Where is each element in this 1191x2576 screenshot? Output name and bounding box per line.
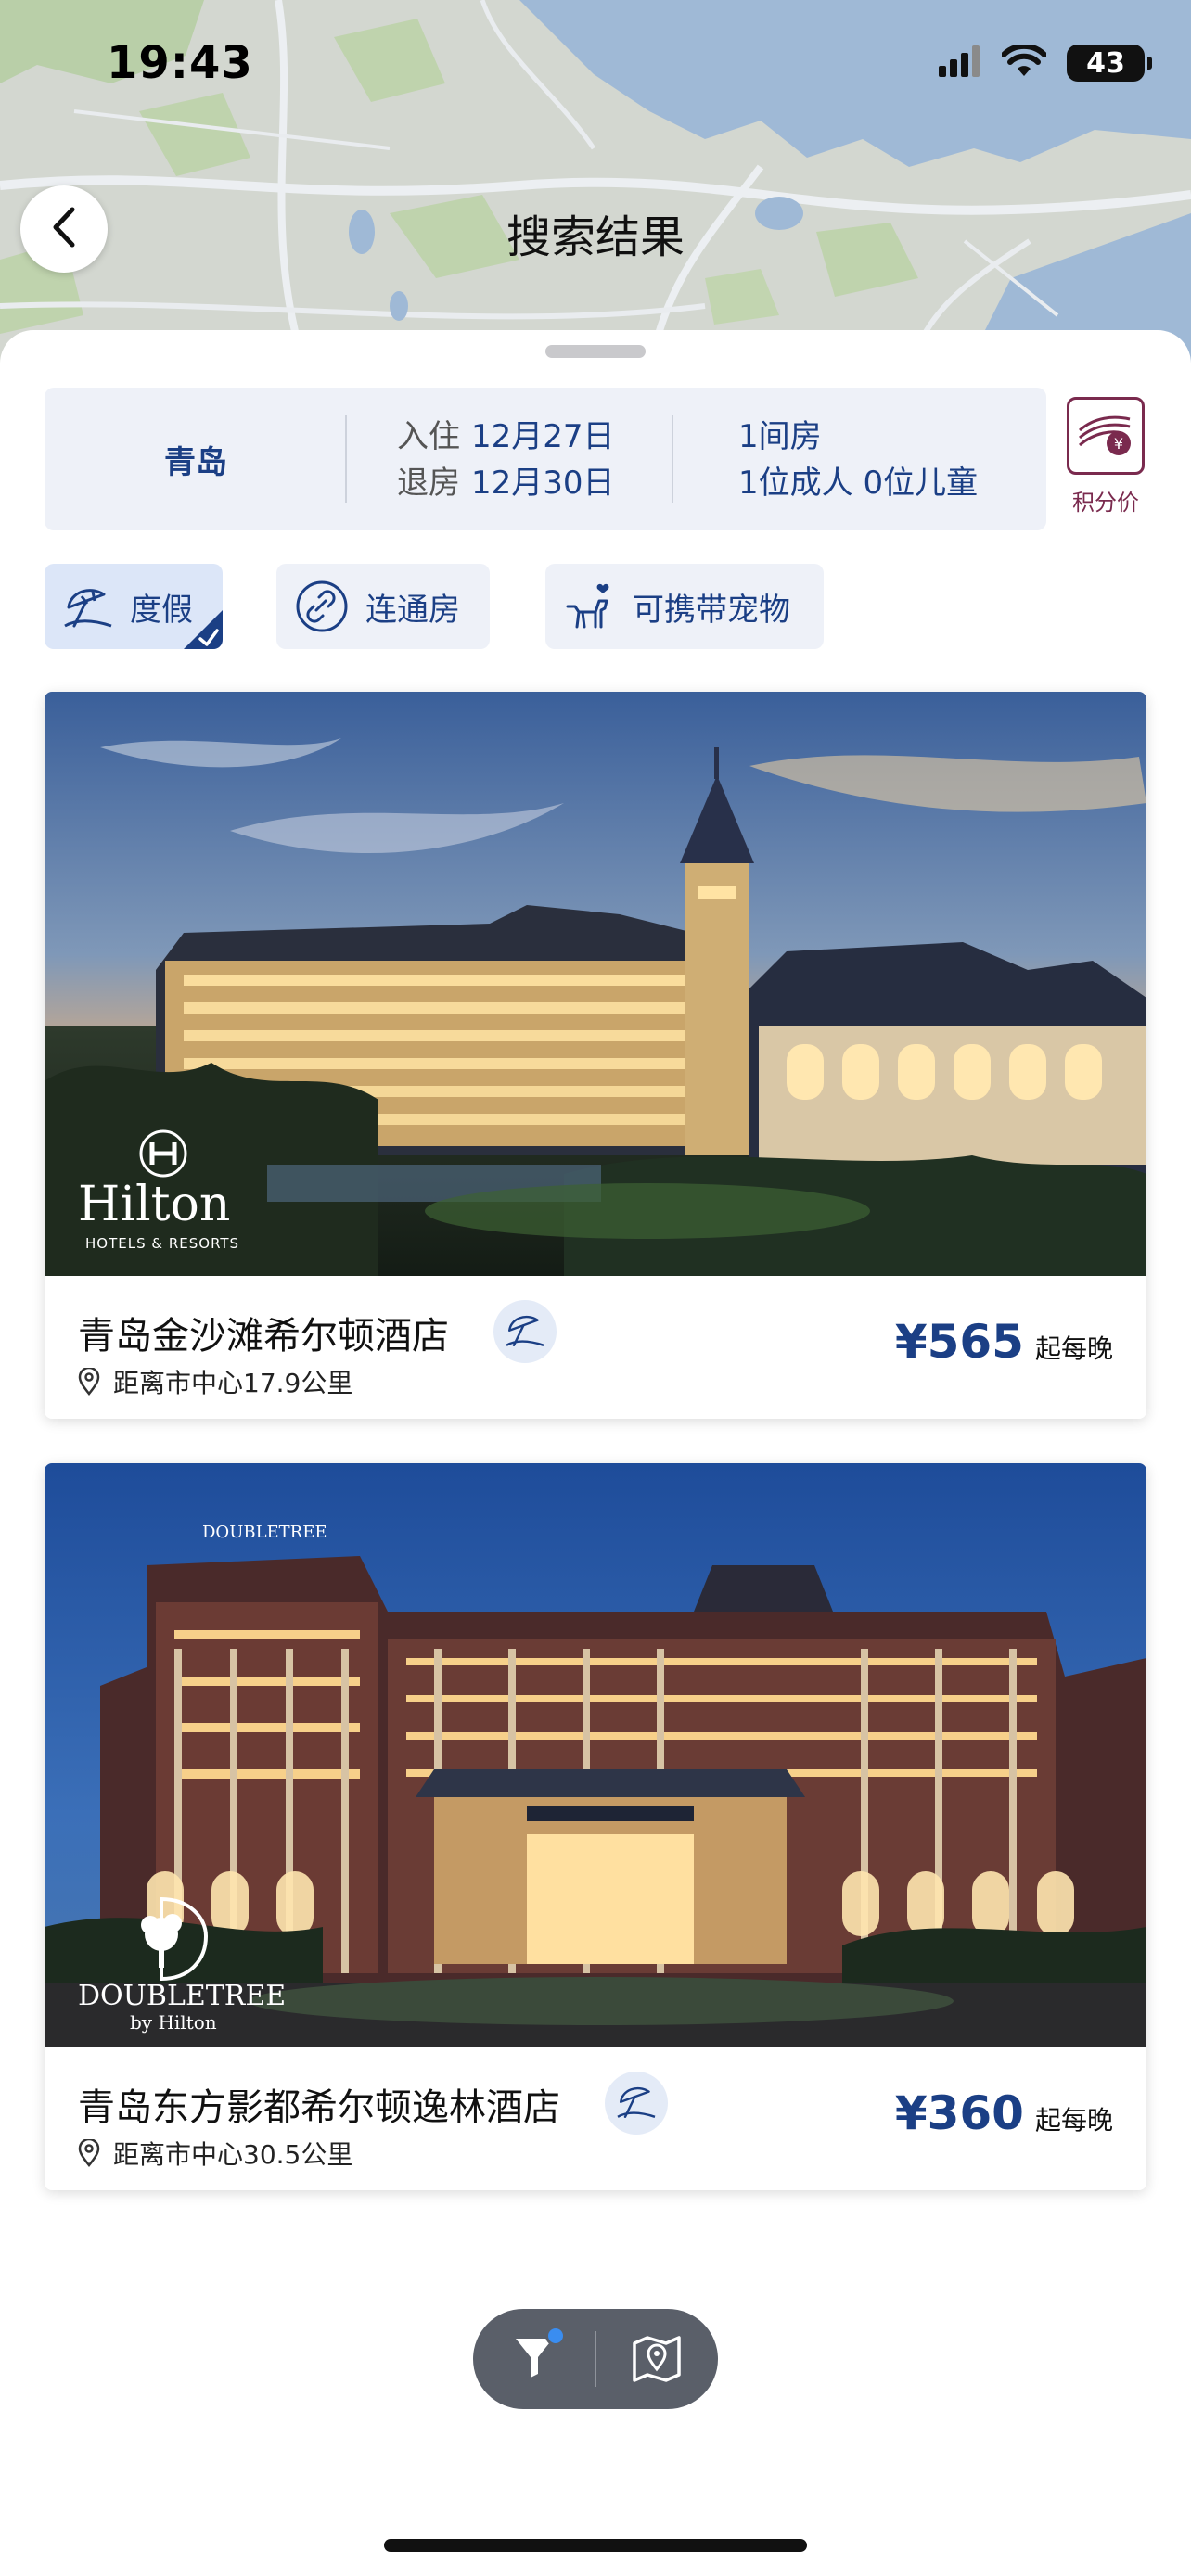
brand-subtitle: by Hilton xyxy=(130,2011,217,2034)
pet-icon xyxy=(564,580,616,632)
status-icons: 43 xyxy=(939,43,1152,82)
price-unit: 起每晚 xyxy=(1034,2105,1113,2136)
status-bar: 19:43 43 xyxy=(0,0,1191,130)
filter-chip-label: 连通房 xyxy=(365,591,460,629)
search-dates[interactable]: 入住 12月27日 退房 12月30日 xyxy=(397,414,615,506)
vacation-badge xyxy=(493,1300,557,1363)
points-coins-icon: ¥ xyxy=(1076,408,1135,464)
distance-text: 距离市中心30.5公里 xyxy=(113,2139,353,2170)
beach-umbrella-icon xyxy=(505,1311,545,1352)
search-summary[interactable]: 青岛 入住 12月27日 退房 12月30日 1间房 1位成人 0位儿童 xyxy=(45,388,1046,530)
filter-active-dot xyxy=(545,2326,566,2346)
map-view-button[interactable] xyxy=(596,2309,718,2409)
rooms-count: 1间房 xyxy=(738,418,822,455)
filter-chip-label: 可携带宠物 xyxy=(633,591,790,629)
hotel-distance: 距离市中心17.9公里 xyxy=(78,1363,352,1400)
hotel-card[interactable]: DOUBLETREE DOUBLETREE by Hilton 青岛东方影都希尔… xyxy=(45,1463,1146,2190)
filter-chip-pets-allowed[interactable]: 可携带宠物 xyxy=(545,564,824,649)
divider xyxy=(672,415,673,503)
brand-name: DOUBLETREE xyxy=(78,1980,286,2012)
hotel-photo[interactable]: Hilton HOTELS & RESORTS xyxy=(45,692,1146,1276)
building-sign: DOUBLETREE xyxy=(202,1523,327,1542)
home-indicator[interactable] xyxy=(384,2539,807,2552)
price-amount: ¥565 xyxy=(894,1315,1024,1369)
filter-chip-vacation[interactable]: 度假 xyxy=(45,564,223,649)
battery-icon: 43 xyxy=(1067,45,1152,82)
results-sheet: 青岛 入住 12月27日 退房 12月30日 1间房 1位成人 0位儿童 ¥ 积分价 xyxy=(0,330,1191,2576)
vacation-badge xyxy=(605,2072,668,2135)
location-pin-icon xyxy=(78,2139,100,2167)
price-unit: 起每晚 xyxy=(1034,1333,1113,1364)
hotel-name[interactable]: 青岛东方影都希尔顿逸林酒店 xyxy=(78,2077,560,2131)
wifi-icon xyxy=(1001,43,1047,82)
location-pin-icon xyxy=(78,1368,100,1396)
filter-chip-connecting-rooms[interactable]: 连通房 xyxy=(276,564,490,649)
page-title: 搜索结果 xyxy=(506,211,685,263)
search-city[interactable]: 青岛 xyxy=(45,388,347,530)
link-icon xyxy=(295,580,349,633)
check-in-date: 12月27日 xyxy=(471,418,615,455)
sheet-grabber[interactable] xyxy=(545,345,646,358)
check-in-label: 入住 xyxy=(397,418,460,455)
beach-umbrella-icon xyxy=(616,2083,657,2123)
map-pin-icon xyxy=(631,2332,683,2386)
price-amount: ¥360 xyxy=(894,2086,1024,2140)
hotel-price: ¥360 起每晚 xyxy=(895,2086,1113,2140)
cellular-signal-icon xyxy=(939,45,981,81)
check-out-date: 12月30日 xyxy=(471,465,615,502)
hotel-card[interactable]: Hilton HOTELS & RESORTS 青岛金沙滩希尔顿酒店 距离市中心… xyxy=(45,692,1146,1419)
hotel-price: ¥565 起每晚 xyxy=(895,1315,1113,1369)
brand-name: Hilton xyxy=(78,1177,230,1232)
hotel-distance: 距离市中心30.5公里 xyxy=(78,2135,352,2172)
svg-text:¥: ¥ xyxy=(1114,435,1123,453)
hotel-photo[interactable]: DOUBLETREE DOUBLETREE by Hilton xyxy=(45,1463,1146,2047)
points-price-toggle[interactable]: ¥ xyxy=(1067,397,1145,475)
filter-button[interactable] xyxy=(473,2309,596,2409)
guests-count: 1位成人 0位儿童 xyxy=(738,465,979,502)
search-rooms-guests[interactable]: 1间房 1位成人 0位儿童 xyxy=(738,414,978,506)
beach-umbrella-icon xyxy=(63,583,113,630)
selected-check-icon xyxy=(184,610,223,649)
hotel-name[interactable]: 青岛金沙滩希尔顿酒店 xyxy=(78,1306,449,1359)
divider xyxy=(345,415,347,503)
check-out-label: 退房 xyxy=(397,465,460,502)
status-time: 19:43 xyxy=(107,37,253,89)
floating-toolbar xyxy=(473,2309,718,2409)
points-price-label: 积分价 xyxy=(1072,490,1139,516)
brand-subtitle: HOTELS & RESORTS xyxy=(85,1235,239,1252)
distance-text: 距离市中心17.9公里 xyxy=(113,1368,353,1398)
